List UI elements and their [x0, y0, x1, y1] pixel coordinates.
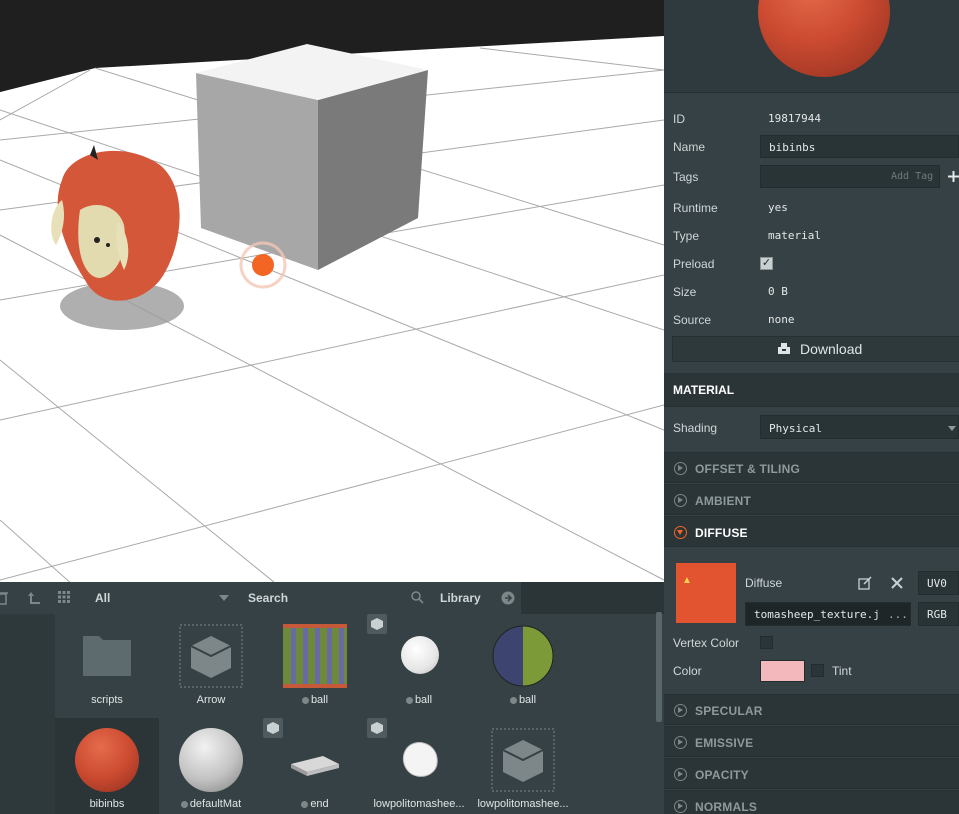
delete-icon[interactable]: [0, 591, 8, 605]
assets-toolbar: All Search Library: [0, 582, 521, 614]
search-icon[interactable]: [411, 591, 424, 604]
vertex-color-checkbox[interactable]: [760, 636, 773, 649]
cube-icon: [491, 728, 555, 792]
expand-icon: [674, 768, 687, 781]
channel-select[interactable]: RGB: [918, 602, 959, 626]
expand-icon: [674, 704, 687, 717]
asset-label: ball: [310, 694, 329, 706]
asset-item-ball-material-white[interactable]: ball: [367, 614, 471, 714]
row-id: ID 19817944: [673, 112, 821, 126]
asset-item-bibinbs[interactable]: bibinbs: [55, 718, 159, 814]
row-color: Color Tint: [664, 658, 959, 684]
plus-icon[interactable]: [948, 171, 959, 182]
asset-item-end[interactable]: end: [263, 718, 367, 814]
asset-label: ball: [414, 694, 433, 706]
asset-label: lowpolitomashee...: [373, 798, 465, 810]
upload-icon[interactable]: [27, 591, 41, 605]
asset-item-scripts[interactable]: scripts: [55, 614, 159, 714]
model-thumbnail: [402, 742, 438, 777]
inspector-panel: ID 19817944 Name bibinbs Tags Add Tag Ru…: [664, 0, 959, 814]
row-tags: Tags Add Tag: [664, 164, 959, 190]
section-diffuse[interactable]: DIFFUSE: [664, 516, 959, 547]
asset-item-defaultmat[interactable]: defaultMat: [159, 718, 263, 814]
section-offset-tiling[interactable]: OFFSET & TILING: [664, 452, 959, 483]
row-preload: Preload ✓: [673, 257, 773, 271]
asset-folder-tree[interactable]: [0, 614, 55, 814]
section-specular[interactable]: SPECULAR: [664, 694, 959, 725]
section-opacity[interactable]: OPACITY: [664, 758, 959, 789]
model-thumbnail: [291, 756, 339, 776]
asset-item-ball-texture[interactable]: ball: [263, 614, 367, 714]
asset-label: ball: [518, 694, 537, 706]
asset-filter-select[interactable]: All: [95, 591, 110, 605]
cube-icon: [367, 718, 387, 738]
expand-icon: [674, 462, 687, 475]
tint-checkbox[interactable]: [811, 664, 824, 677]
texture-thumbnail: [283, 624, 347, 688]
asset-item-lowpolitomasheep-model[interactable]: lowpolitomashee...: [367, 718, 471, 814]
diffuse-map-label: Diffuse: [745, 576, 783, 590]
material-thumbnail: [179, 728, 243, 792]
asset-label: scripts: [91, 694, 123, 706]
expand-icon: [674, 494, 687, 507]
name-field[interactable]: bibinbs: [760, 135, 959, 158]
material-thumbnail: [492, 625, 554, 687]
dropdown-caret-icon[interactable]: [219, 595, 229, 601]
asset-label: Arrow: [196, 694, 226, 706]
shading-select[interactable]: Physical: [760, 415, 959, 439]
asset-label: end: [310, 798, 329, 810]
asset-label: lowpolitomashee...: [477, 798, 569, 810]
material-thumbnail: [401, 636, 439, 674]
row-source: Source none: [673, 313, 795, 327]
asset-grid-scrollbar[interactable]: [656, 612, 662, 722]
grid-icon[interactable]: [58, 591, 70, 603]
material-preview: [664, 0, 959, 93]
asset-grid: scripts Arrow ball ball ball bibinbs def…: [55, 614, 664, 814]
expand-icon: [674, 800, 687, 813]
collapse-icon: [674, 526, 687, 539]
folder-icon: [83, 636, 131, 676]
cube-icon: [263, 718, 283, 738]
asset-search-input[interactable]: Search: [248, 591, 288, 605]
asset-item-ball-material-split[interactable]: ball: [471, 614, 575, 714]
preload-checkbox[interactable]: ✓: [760, 257, 773, 270]
asset-item-lowpolitomasheep-template[interactable]: lowpolitomashee...: [471, 718, 575, 814]
diffuse-texture-field[interactable]: tomasheep_texture.jpg ...: [745, 602, 911, 626]
asset-id-value: 19817944: [768, 112, 821, 125]
uv-select[interactable]: UV0: [918, 571, 959, 595]
assets-panel: All Search Library scripts Arrow ball ba…: [0, 582, 664, 814]
library-link[interactable]: Library: [440, 591, 481, 605]
tags-input[interactable]: Add Tag: [760, 165, 940, 188]
cube-icon: [367, 614, 387, 634]
asset-label: bibinbs: [89, 798, 125, 810]
asset-item-arrow[interactable]: Arrow: [159, 614, 263, 714]
download-icon: [778, 343, 790, 354]
section-ambient[interactable]: AMBIENT: [664, 484, 959, 515]
chevron-down-icon: [948, 426, 956, 431]
material-section-header: MATERIAL: [664, 373, 959, 407]
row-size: Size 0 B: [673, 285, 788, 299]
download-button[interactable]: Download: [672, 336, 959, 362]
asset-label: defaultMat: [189, 798, 242, 810]
section-emissive[interactable]: EMISSIVE: [664, 726, 959, 757]
cube-icon: [179, 624, 243, 688]
close-icon[interactable]: [891, 577, 903, 589]
section-normals[interactable]: NORMALS: [664, 790, 959, 814]
diffuse-texture-thumbnail[interactable]: ▲: [676, 563, 736, 623]
row-type: Type material: [673, 229, 821, 243]
color-swatch[interactable]: [760, 660, 805, 682]
edit-icon[interactable]: [858, 576, 872, 590]
material-thumbnail: [75, 728, 139, 792]
row-runtime: Runtime yes: [673, 201, 788, 215]
material-preview-sphere: [758, 0, 890, 77]
row-vertex-color: Vertex Color: [664, 630, 959, 656]
expand-icon: [674, 736, 687, 749]
arrow-right-icon[interactable]: [501, 591, 515, 605]
row-name: Name bibinbs: [664, 134, 959, 160]
